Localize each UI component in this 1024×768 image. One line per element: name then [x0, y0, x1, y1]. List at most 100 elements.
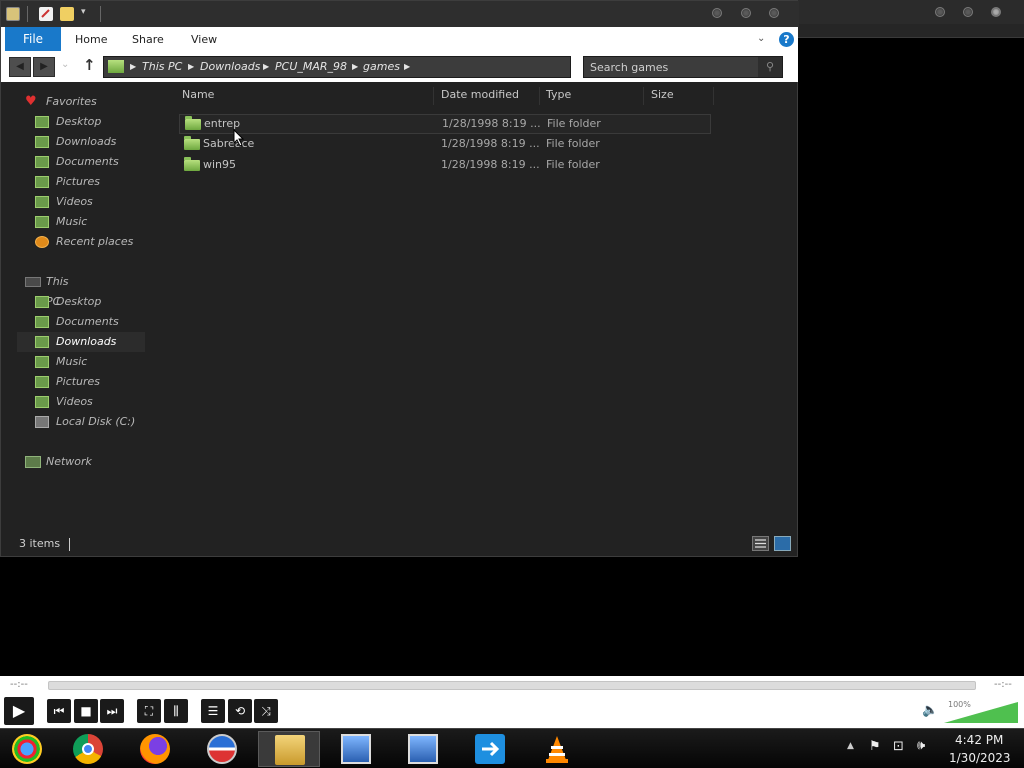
nav-favorites-music[interactable]: Music — [17, 212, 145, 232]
background-minimize-button[interactable] — [935, 7, 945, 17]
background-close-button[interactable] — [991, 7, 1001, 17]
play-button[interactable]: ▶ — [4, 697, 34, 725]
nav-pc-desktop[interactable]: Desktop — [17, 292, 145, 312]
properties-icon[interactable] — [39, 7, 53, 21]
nav-item-label: Music — [56, 215, 88, 228]
title-divider — [100, 6, 101, 22]
breadcrumb-separator-icon[interactable]: ▶ — [404, 57, 410, 77]
taskbar-file-explorer[interactable] — [258, 731, 320, 767]
customize-qat-chevron-icon[interactable]: ▾ — [81, 7, 91, 21]
taskbar-vlc[interactable] — [526, 731, 588, 767]
seek-slider[interactable] — [48, 681, 976, 690]
search-input[interactable] — [590, 59, 750, 75]
nav-item-label: Music — [56, 355, 88, 368]
network-tray-icon[interactable]: ⊡ — [893, 739, 904, 754]
playlist-button[interactable]: ☰ — [201, 699, 225, 723]
nav-pc-documents[interactable]: Documents — [17, 312, 145, 332]
breadcrumb-separator-icon[interactable]: ▶ — [130, 57, 136, 77]
expand-ribbon-chevron-icon[interactable]: ⌄ — [757, 33, 769, 45]
breadcrumb-downloads[interactable]: Downloads — [200, 57, 260, 77]
column-date-modified[interactable]: Date modified — [441, 87, 519, 103]
start-button[interactable] — [0, 731, 58, 767]
tab-share[interactable]: Share — [132, 27, 164, 51]
tray-expand-chevron-icon[interactable]: ▲ — [847, 741, 854, 751]
nav-pc-local-disk[interactable]: Local Disk (C:) — [17, 412, 145, 432]
breadcrumb-pcu-mar-98[interactable]: PCU_MAR_98 — [275, 57, 347, 77]
volume-tray-icon[interactable]: 🕪 — [917, 738, 925, 753]
address-bar[interactable]: ▶ This PC ▶ Downloads ▶ PCU_MAR_98 ▶ gam… — [103, 56, 672, 78]
nav-favorites-pictures[interactable]: Pictures — [17, 172, 145, 192]
column-divider[interactable] — [539, 87, 540, 105]
downloads-icon — [35, 336, 49, 348]
up-arrow-icon[interactable]: ↑ — [83, 56, 99, 74]
tab-file[interactable]: File — [5, 27, 61, 51]
file-type: File folder — [546, 137, 600, 150]
file-date: 1/28/1998 8:19 ... — [441, 137, 540, 150]
nav-item-label: Recent places — [56, 235, 134, 248]
column-size[interactable]: Size — [651, 87, 674, 103]
taskbar-app-arrow[interactable] — [459, 731, 521, 767]
details-view-icon[interactable] — [752, 536, 769, 551]
breadcrumb-separator-icon[interactable]: ▶ — [352, 57, 358, 77]
forward-button[interactable]: ▶ — [33, 57, 55, 77]
clock-time[interactable]: 4:42 PM — [955, 733, 1003, 747]
column-type[interactable]: Type — [546, 87, 571, 103]
nav-favorites-downloads[interactable]: Downloads — [17, 132, 145, 152]
new-folder-icon[interactable] — [60, 7, 74, 21]
folder-icon — [184, 136, 200, 150]
volume-slider[interactable]: 100% — [944, 700, 1018, 723]
next-button[interactable]: ⏭ — [100, 699, 124, 723]
minimize-button[interactable] — [712, 8, 722, 18]
documents-icon — [35, 316, 49, 328]
maximize-button[interactable] — [741, 8, 751, 18]
nav-favorites-documents[interactable]: Documents — [17, 152, 145, 172]
taskbar-setup-1[interactable] — [325, 731, 387, 767]
breadcrumb-separator-icon[interactable]: ▶ — [188, 57, 194, 77]
table-row[interactable]: win95 1/28/1998 8:19 ... File folder — [179, 156, 711, 176]
chrome-center-icon — [82, 743, 94, 755]
column-divider[interactable] — [643, 87, 644, 105]
taskbar-chrome[interactable] — [57, 731, 119, 767]
nav-favorites-recent-places[interactable]: Recent places — [17, 232, 145, 252]
action-center-flag-icon[interactable]: ⚑ — [869, 739, 881, 754]
column-divider[interactable] — [713, 87, 714, 105]
help-button[interactable]: ? — [779, 32, 794, 47]
nav-item-label: Pictures — [56, 175, 101, 188]
column-divider[interactable] — [433, 87, 434, 105]
taskbar-firefox[interactable] — [124, 731, 186, 767]
tab-home[interactable]: Home — [75, 27, 107, 51]
nav-pc-music[interactable]: Music — [17, 352, 145, 372]
shuffle-button[interactable]: ⤨ — [254, 699, 278, 723]
nav-pc-pictures[interactable]: Pictures — [17, 372, 145, 392]
back-button[interactable]: ◀ — [9, 57, 31, 77]
tab-view[interactable]: View — [191, 27, 217, 51]
pictures-icon — [35, 376, 49, 388]
nav-favorites-desktop[interactable]: Desktop — [17, 112, 145, 132]
loop-button[interactable]: ⟲ — [228, 699, 252, 723]
taskbar-app-circle[interactable] — [191, 731, 253, 767]
folder-icon — [184, 157, 200, 171]
stop-button[interactable]: ■ — [74, 699, 98, 723]
taskbar-setup-2[interactable] — [392, 731, 454, 767]
nav-pc-videos[interactable]: Videos — [17, 392, 145, 412]
background-maximize-button[interactable] — [963, 7, 973, 17]
breadcrumb-separator-icon[interactable]: ▶ — [263, 57, 269, 77]
documents-icon — [35, 156, 49, 168]
table-row[interactable]: Sabreace 1/28/1998 8:19 ... File folder — [179, 135, 711, 155]
breadcrumb-this-pc[interactable]: This PC — [142, 57, 182, 77]
table-row[interactable]: entrep 1/28/1998 8:19 ... File folder — [179, 114, 711, 134]
search-box[interactable]: ⚲ — [583, 56, 783, 78]
search-icon[interactable]: ⚲ — [758, 57, 782, 77]
nav-pc-downloads[interactable]: Downloads — [17, 332, 145, 352]
column-name[interactable]: Name — [182, 87, 214, 103]
speaker-icon[interactable]: 🔈 — [922, 703, 938, 718]
close-button[interactable] — [769, 8, 779, 18]
clock-date[interactable]: 1/30/2023 — [949, 751, 1011, 765]
large-icons-view-icon[interactable] — [774, 536, 791, 551]
extended-settings-button[interactable]: ⫼ — [164, 699, 188, 723]
recent-locations-chevron-icon[interactable]: ⌄ — [61, 59, 73, 73]
breadcrumb-games[interactable]: games — [363, 57, 400, 77]
previous-button[interactable]: ⏮ — [47, 699, 71, 723]
nav-favorites-videos[interactable]: Videos — [17, 192, 145, 212]
fullscreen-button[interactable]: ⛶ — [137, 699, 161, 723]
